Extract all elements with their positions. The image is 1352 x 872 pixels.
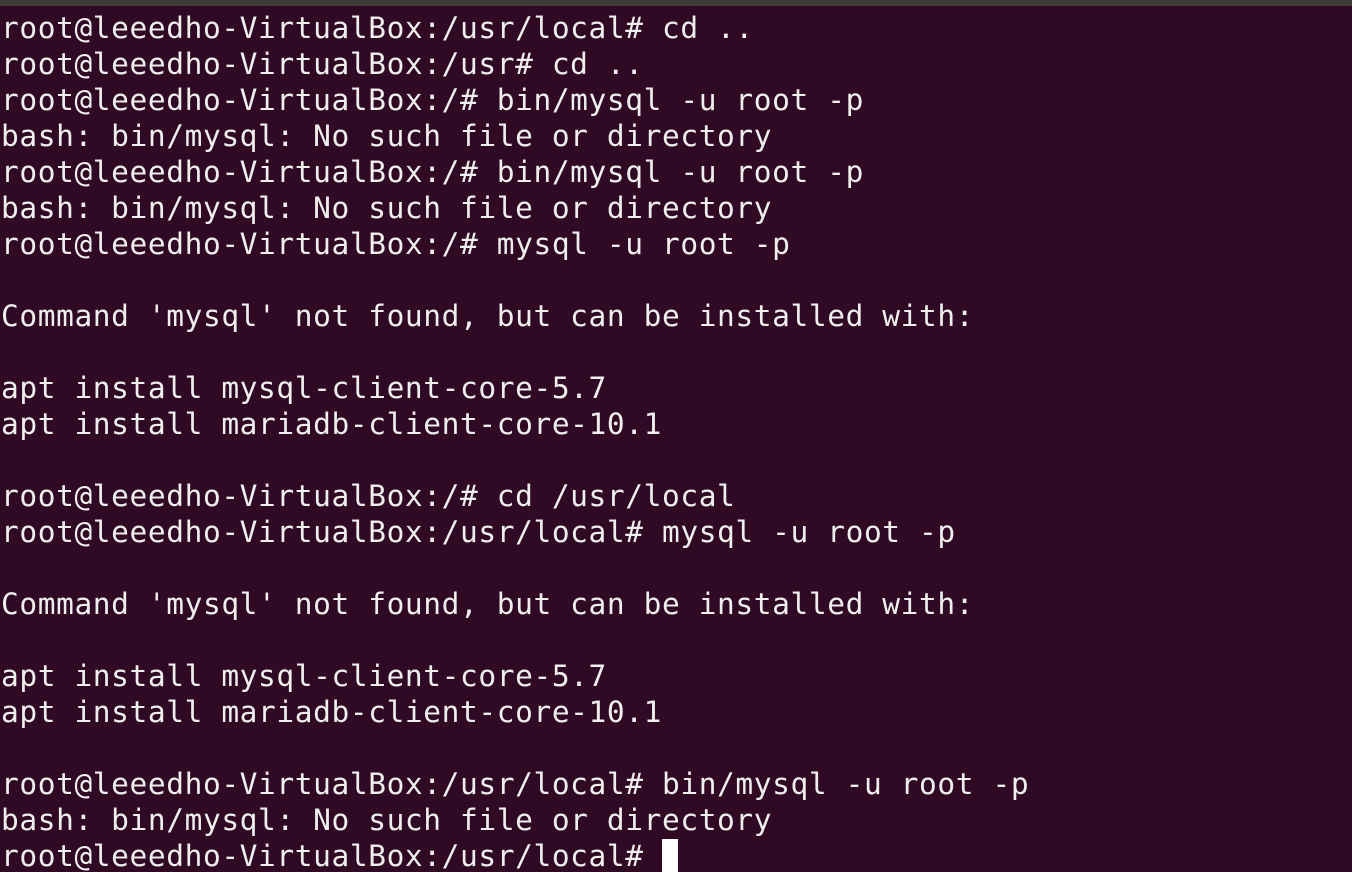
shell-prompt: root@leeedho-VirtualBox:/usr/local# [1,839,662,872]
terminal-line: Command 'mysql' not found, but can be in… [1,587,975,621]
terminal-line: root@leeedho-VirtualBox:/usr# cd .. [1,47,644,81]
terminal-line: root@leeedho-VirtualBox:/usr/local# mysq… [1,515,956,549]
terminal-line: root@leeedho-VirtualBox:/# mysql -u root… [1,227,791,261]
window-top-edge [0,0,1352,6]
terminal-line: bash: bin/mysql: No such file or directo… [1,803,773,837]
terminal-line: bash: bin/mysql: No such file or directo… [1,191,773,225]
terminal-line: root@leeedho-VirtualBox:/# bin/mysql -u … [1,155,864,189]
terminal-line: apt install mysql-client-core-5.7 [1,659,607,693]
terminal-line: bash: bin/mysql: No such file or directo… [1,119,773,153]
terminal-line: root@leeedho-VirtualBox:/usr/local# bin/… [1,767,1030,801]
terminal-line: apt install mysql-client-core-5.7 [1,371,607,405]
terminal-window[interactable]: root@leeedho-VirtualBox:/usr/local# cd .… [0,0,1352,872]
terminal-line: apt install mariadb-client-core-10.1 [1,407,662,441]
text-cursor [661,839,678,872]
terminal-line: Command 'mysql' not found, but can be in… [1,299,975,333]
terminal-line: apt install mariadb-client-core-10.1 [1,695,662,729]
terminal-line: root@leeedho-VirtualBox:/usr/local# cd .… [1,11,754,45]
terminal-line: root@leeedho-VirtualBox:/# bin/mysql -u … [1,83,864,117]
terminal-screen[interactable]: root@leeedho-VirtualBox:/usr/local# cd .… [1,10,1351,872]
prompt-line[interactable]: root@leeedho-VirtualBox:/usr/local# [1,838,1351,872]
terminal-line: root@leeedho-VirtualBox:/# cd /usr/local [1,479,736,513]
